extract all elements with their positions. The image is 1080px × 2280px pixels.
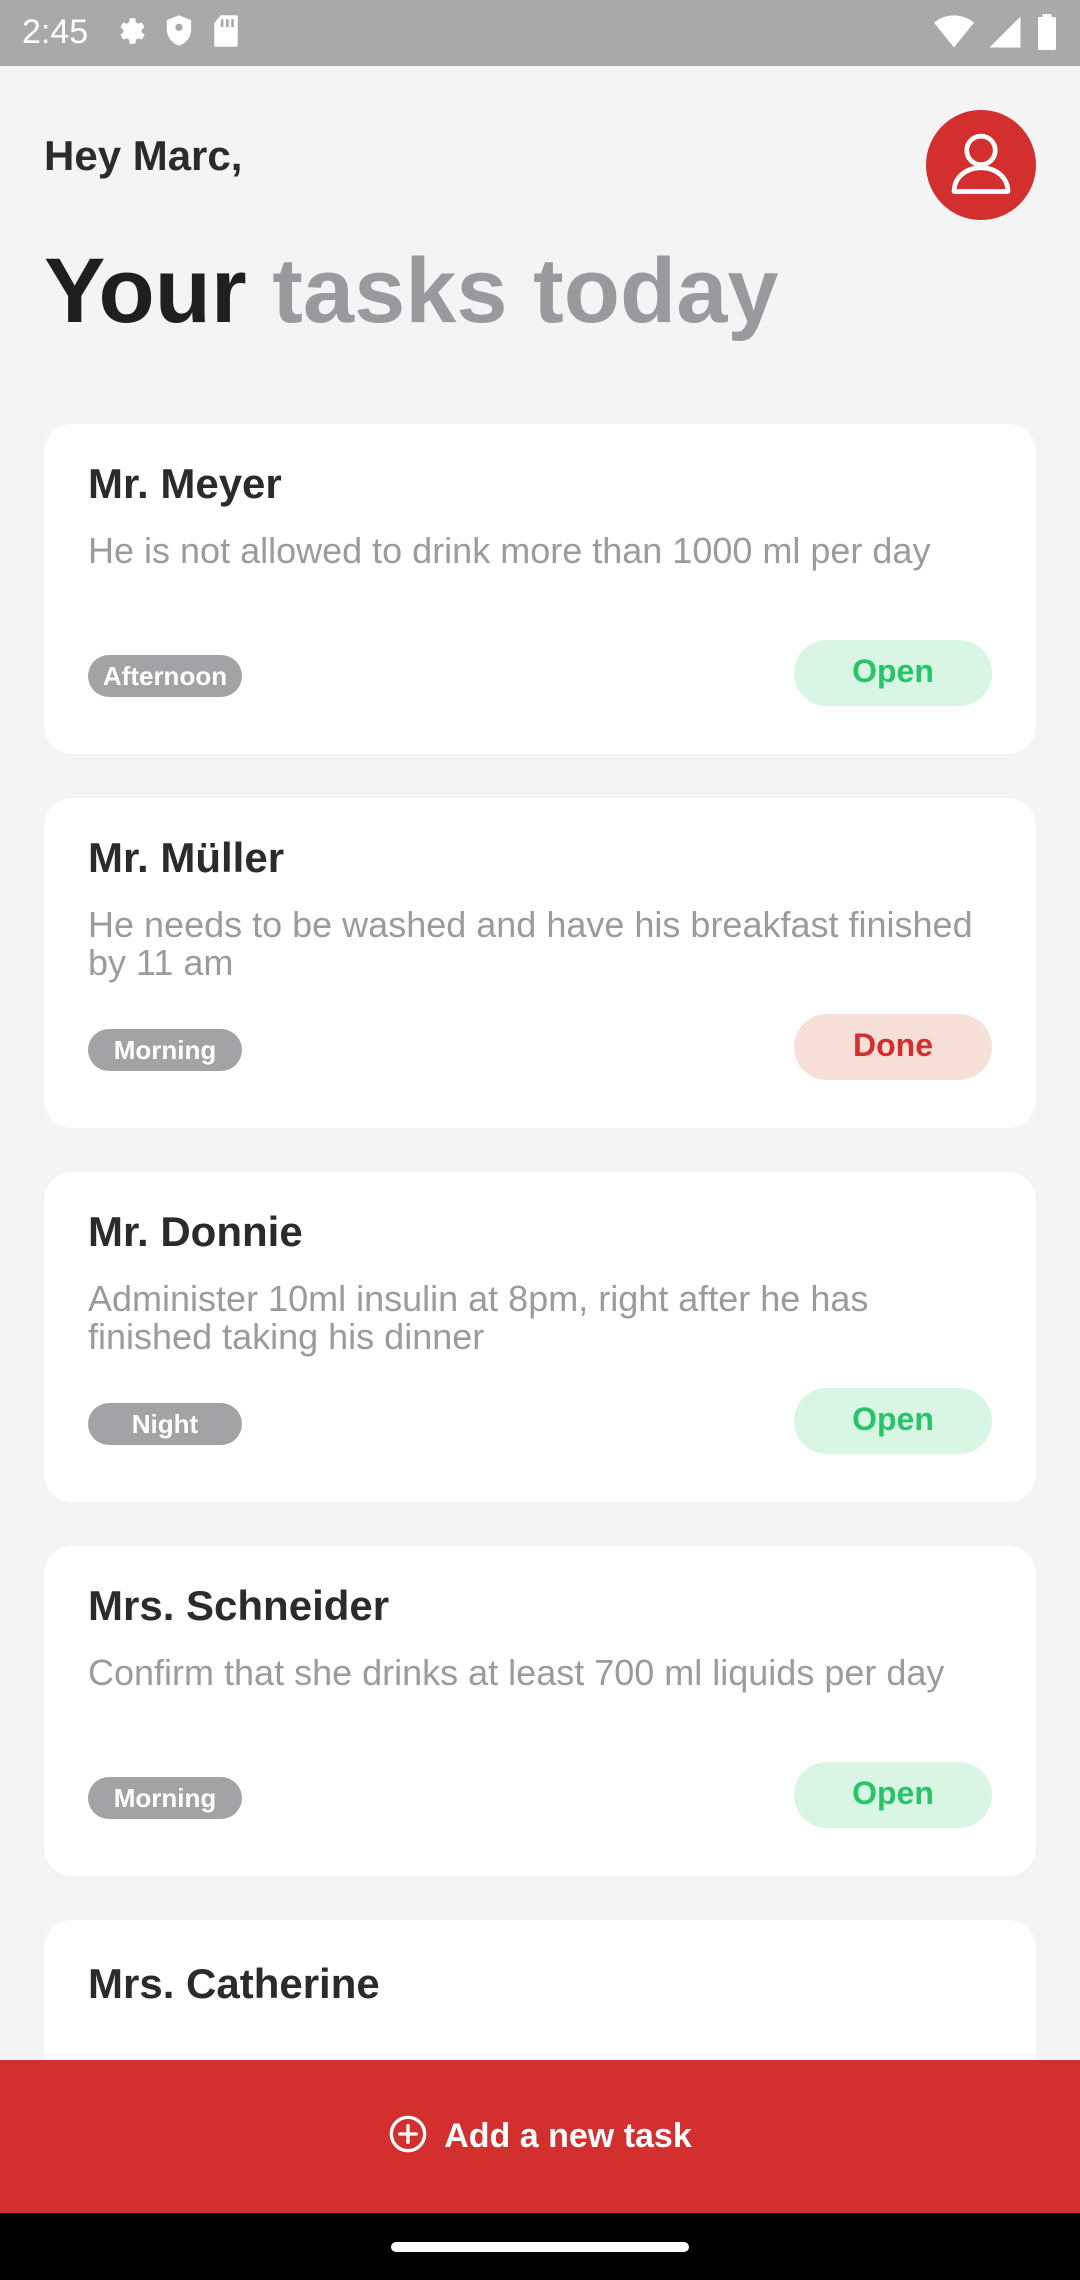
sd-card-icon [212,14,240,53]
battery-icon [1036,14,1058,55]
greeting: Hey Marc, [44,132,243,179]
time-of-day-badge: Morning [88,1777,242,1819]
task-card[interactable]: Mrs. Schneider Confirm that she drinks a… [44,1546,1036,1876]
task-description: He is not allowed to drink more than 100… [88,530,931,571]
task-card[interactable]: Mrs. Catherine [44,1920,1036,2060]
task-list[interactable]: Mr. Meyer He is not allowed to drink mor… [44,424,1036,2060]
task-name: Mr. Meyer [88,460,282,507]
add-task-label: Add a new task [444,2117,692,2155]
shield-icon [164,14,194,53]
profile-button[interactable] [926,110,1036,220]
task-description: Administer 10ml insulin at 8pm, right af… [88,1278,869,1357]
time-of-day-badge: Afternoon [88,655,242,697]
task-description: Confirm that she drinks at least 700 ml … [88,1652,945,1693]
status-icons-right [934,14,1058,55]
status-icons-left [112,14,240,53]
status-badge[interactable]: Done [794,1014,992,1080]
add-task-button[interactable]: Add a new task [0,2060,1080,2213]
page-title: Your tasks today [44,236,779,346]
status-badge[interactable]: Open [794,640,992,706]
time-of-day-badge: Morning [88,1029,242,1071]
page-title-strong: Your [44,240,247,342]
wifi-icon [934,15,974,54]
plus-circle-icon [388,2114,428,2159]
user-icon [943,125,1019,206]
page-title-muted: tasks today [272,240,779,342]
settings-icon [112,14,146,53]
home-indicator[interactable] [391,2242,689,2252]
status-badge[interactable]: Open [794,1388,992,1454]
status-badge[interactable]: Open [794,1762,992,1828]
signal-icon [988,15,1022,54]
task-name: Mrs. Catherine [88,1960,380,2007]
task-card[interactable]: Mr. Donnie Administer 10ml insulin at 8p… [44,1172,1036,1502]
task-name: Mrs. Schneider [88,1582,390,1629]
status-time: 2:45 [22,13,89,51]
time-of-day-badge: Night [88,1403,242,1445]
status-bar: 2:45 [0,0,1080,66]
task-name: Mr. Müller [88,834,285,881]
task-description: He needs to be washed and have his break… [88,904,973,983]
task-card[interactable]: Mr. Meyer He is not allowed to drink mor… [44,424,1036,754]
task-card[interactable]: Mr. Müller He needs to be washed and hav… [44,798,1036,1128]
task-name: Mr. Donnie [88,1208,303,1255]
